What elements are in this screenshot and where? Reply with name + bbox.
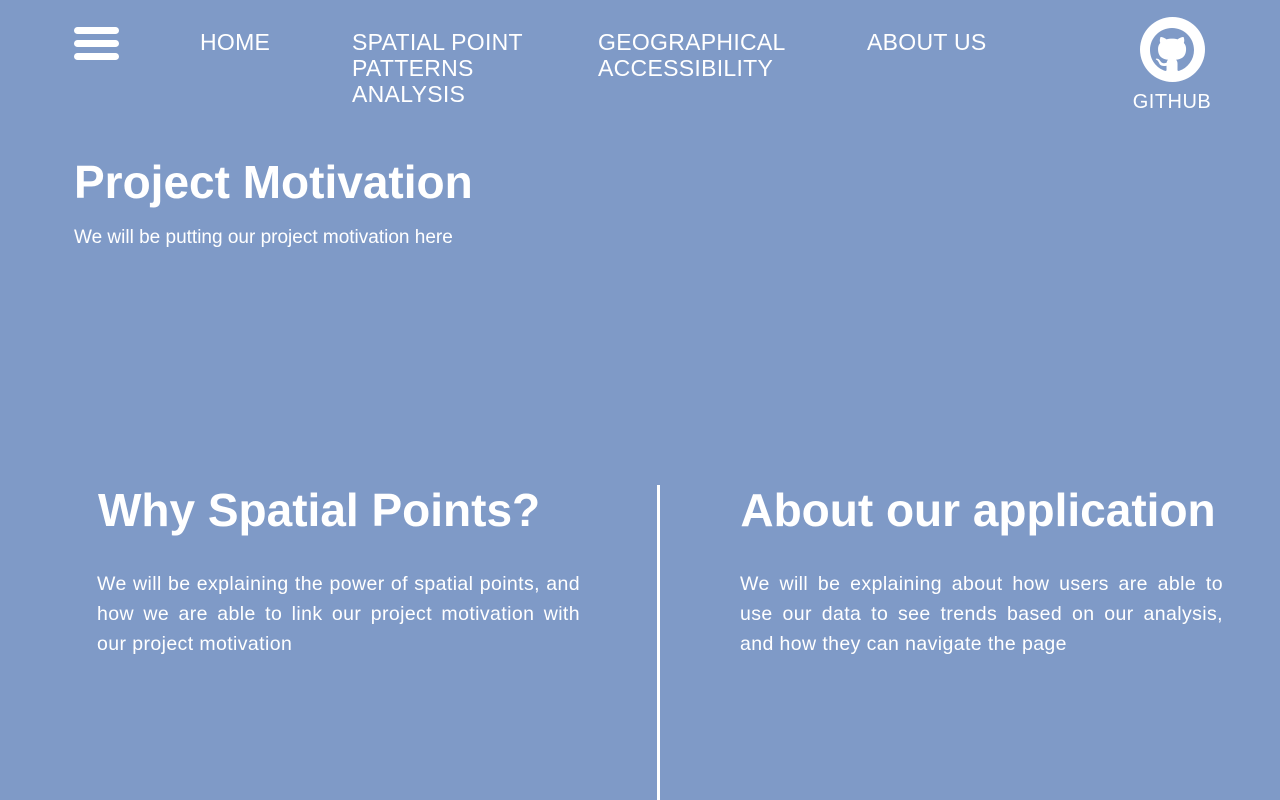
page-title: Project Motivation — [74, 156, 473, 208]
github-label[interactable]: GITHUB — [1124, 91, 1220, 113]
nav-link-geographical-accessibility[interactable]: GEOGRAPHICAL ACCESSIBILITY — [598, 29, 818, 81]
menu-bar — [74, 53, 119, 60]
why-spatial-points-heading: Why Spatial Points? — [98, 484, 541, 536]
column-divider — [657, 485, 660, 800]
nav-link-home[interactable]: HOME — [200, 29, 310, 55]
github-link[interactable]: GITHUB — [1124, 17, 1220, 113]
menu-bar — [74, 40, 119, 47]
page: HOME SPATIAL POINT PATTERNS ANALYSIS GEO… — [0, 0, 1280, 800]
about-application-heading: About our application — [740, 484, 1216, 536]
hamburger-menu-icon[interactable] — [74, 27, 119, 61]
why-spatial-points-text: We will be explaining the power of spati… — [97, 573, 580, 655]
hero-text: We will be putting our project motivatio… — [74, 227, 453, 248]
nav-link-spatial-point-patterns-analysis[interactable]: SPATIAL POINT PATTERNS ANALYSIS — [352, 29, 552, 107]
about-application-text: We will be explaining about how users ar… — [740, 573, 1223, 655]
menu-bar — [74, 27, 119, 34]
nav-link-about-us[interactable]: ABOUT US — [867, 29, 1027, 55]
github-icon[interactable] — [1139, 17, 1205, 82]
